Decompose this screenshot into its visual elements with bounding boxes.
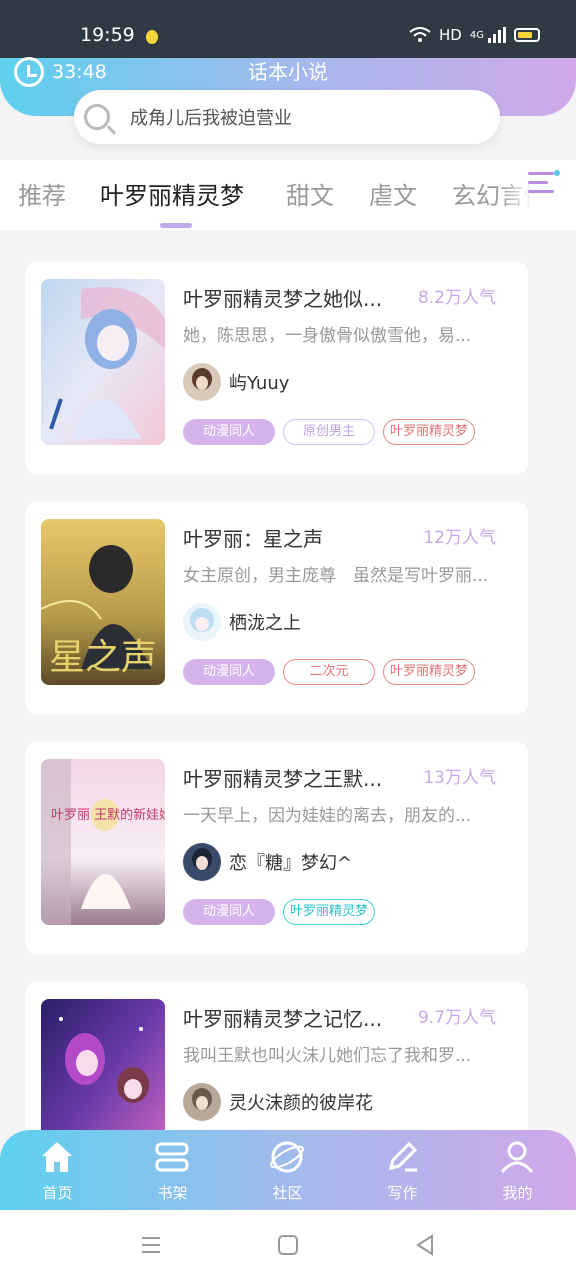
nav-profile-label: 我的 [502, 1184, 533, 1202]
nav-profile[interactable]: 我的 [460, 1130, 575, 1210]
battery-icon [514, 28, 540, 42]
book-author[interactable]: 恋『糖』梦幻^ [183, 843, 352, 881]
nav-home-label: 首页 [42, 1184, 73, 1202]
book-tag[interactable]: 动漫同人 [183, 899, 275, 925]
book-author[interactable]: 屿Yuuy [183, 363, 289, 401]
home-icon [42, 1142, 72, 1172]
active-tab-indicator [160, 223, 192, 228]
write-icon [388, 1141, 418, 1172]
book-cover: 叶罗丽 王默的新娃娃 [41, 759, 165, 925]
author-name: 灵火沫颜的彼岸花 [229, 1093, 373, 1114]
book-tag[interactable]: 动漫同人 [183, 659, 275, 685]
book-description: 我叫王默也叫火沫儿她们忘了我和罗... [183, 1046, 472, 1066]
book-tags: 动漫同人 二次元 叶罗丽精灵梦 [183, 659, 475, 685]
author-avatar [183, 843, 221, 881]
status-bar: 19:59 HD 4G [0, 0, 576, 58]
network-type-label: 4G [469, 29, 484, 41]
author-avatar [183, 363, 221, 401]
signal-icon [488, 27, 506, 43]
book-title: 叶罗丽精灵梦之她似... [183, 287, 383, 311]
bottom-navigation: 首页 书架 社区 写作 我的 [0, 1130, 576, 1210]
book-popularity: 8.2万人气 [417, 288, 496, 308]
category-menu-icon[interactable] [528, 170, 560, 202]
author-avatar [183, 1083, 221, 1121]
book-popularity: 12万人气 [423, 528, 496, 548]
book-description: 女主原创，男主庞尊 虽然是写叶罗丽... [183, 566, 489, 586]
search-placeholder: 成角儿后我被迫营业 [130, 108, 292, 129]
book-title: 叶罗丽精灵梦之王默... [183, 767, 383, 791]
book-tag[interactable]: 动漫同人 [183, 419, 275, 445]
status-time: 19:59 [80, 24, 135, 46]
tab-yeluoli[interactable]: 叶罗丽精灵梦 [100, 176, 244, 211]
tab-recommend[interactable]: 推荐 [18, 176, 66, 211]
system-icons: HD 4G [409, 26, 540, 44]
tab-angst[interactable]: 虐文 [369, 176, 417, 211]
book-author[interactable]: 灵火沫颜的彼岸花 [183, 1083, 373, 1121]
home-square-icon[interactable] [277, 1234, 299, 1256]
search-bar[interactable]: 成角儿后我被迫营业 [74, 90, 500, 144]
book-cover [41, 279, 165, 445]
cover-title-text: 星之声 [49, 637, 157, 678]
book-title: 叶罗丽：星之声 [183, 527, 323, 551]
nav-community[interactable]: 社区 [230, 1130, 345, 1210]
nav-bookshelf[interactable]: 书架 [115, 1130, 230, 1210]
book-popularity: 13万人气 [423, 768, 496, 788]
author-name: 屿Yuuy [229, 373, 290, 394]
book-description: 一天早上，因为娃娃的离去，朋友的... [183, 806, 472, 826]
wifi-icon [409, 27, 431, 42]
community-icon [270, 1141, 304, 1173]
notification-bulb-icon [146, 30, 158, 44]
nav-bookshelf-label: 书架 [157, 1184, 188, 1202]
book-tag[interactable]: 叶罗丽精灵梦 [383, 419, 475, 445]
nav-community-label: 社区 [272, 1184, 303, 1202]
book-popularity: 9.7万人气 [417, 1008, 496, 1028]
book-description: 她，陈思思，一身傲骨似傲雪他，易... [183, 326, 472, 346]
book-author[interactable]: 栖泷之上 [183, 603, 301, 641]
author-name: 栖泷之上 [229, 613, 301, 634]
nav-write[interactable]: 写作 [345, 1130, 460, 1210]
bookshelf-icon [155, 1142, 189, 1172]
back-icon[interactable] [414, 1234, 436, 1256]
book-tag[interactable]: 原创男主 [283, 419, 375, 445]
app-title: 话本小说 [248, 60, 328, 84]
book-cover: 星之声 [41, 519, 165, 685]
author-name: 恋『糖』梦幻^ [229, 853, 353, 874]
search-icon [84, 104, 110, 130]
nav-home[interactable]: 首页 [0, 1130, 115, 1210]
system-navigation-bar [0, 1210, 576, 1280]
author-avatar [183, 603, 221, 641]
category-tabs: 推荐 叶罗丽精灵梦 甜文 虐文 玄幻言情 [0, 160, 576, 230]
profile-icon [500, 1141, 534, 1173]
tab-sweet[interactable]: 甜文 [286, 176, 334, 211]
book-card[interactable]: 星之声 叶罗丽：星之声 12万人气 女主原创，男主庞尊 虽然是写叶罗丽... 栖… [25, 501, 528, 715]
cover-title-text: 叶罗丽 王默的新娃娃 [51, 807, 165, 823]
book-tags: 动漫同人 叶罗丽精灵梦 [183, 899, 375, 925]
book-tag[interactable]: 叶罗丽精灵梦 [283, 899, 375, 925]
book-card[interactable]: 叶罗丽 王默的新娃娃 叶罗丽精灵梦之王默... 13万人气 一天早上，因为娃娃的… [25, 741, 528, 955]
book-tag[interactable]: 二次元 [283, 659, 375, 685]
network-label: HD [439, 26, 462, 44]
book-tag[interactable]: 叶罗丽精灵梦 [383, 659, 475, 685]
book-card[interactable]: 叶罗丽精灵梦之她似... 8.2万人气 她，陈思思，一身傲骨似傲雪他，易... … [25, 261, 528, 475]
nav-write-label: 写作 [387, 1184, 418, 1202]
book-tags: 动漫同人 原创男主 叶罗丽精灵梦 [183, 419, 475, 445]
menu-icon[interactable] [140, 1234, 162, 1256]
book-title: 叶罗丽精灵梦之记忆... [183, 1007, 383, 1031]
